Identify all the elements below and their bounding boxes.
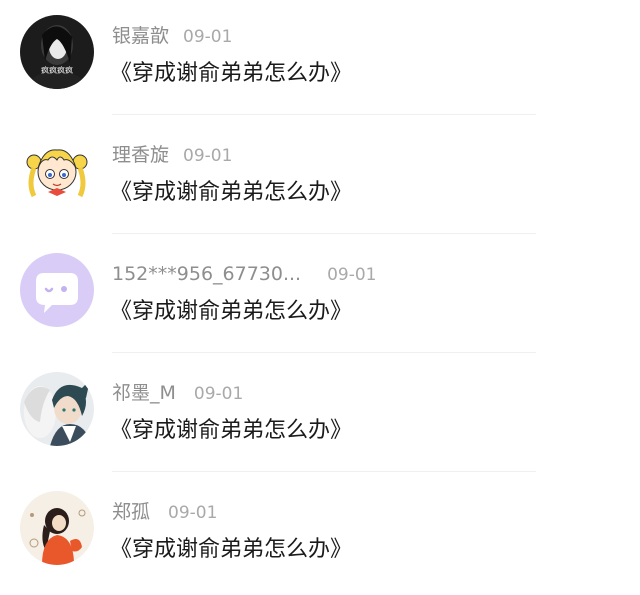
sailor-moon-cartoon-avatar[interactable] — [20, 134, 94, 208]
comment-item[interactable]: 152***956_67730... 09-01 《穿成谢俞弟弟怎么办》 — [0, 238, 640, 357]
divider — [112, 114, 536, 115]
username[interactable]: 祁墨_M — [112, 382, 176, 404]
comment-text: 《穿成谢俞弟弟怎么办》 — [110, 537, 353, 562]
comment-text: 《穿成谢俞弟弟怎么办》 — [110, 180, 353, 205]
comment-text: 《穿成谢俞弟弟怎么办》 — [110, 299, 353, 324]
comment-item[interactable]: 疯疯疯疯 银嘉歆 09-01 《穿成谢俞弟弟怎么办》 — [0, 0, 640, 119]
chat-bubble-default-avatar[interactable] — [20, 253, 94, 327]
comment-text: 《穿成谢俞弟弟怎么办》 — [110, 61, 353, 86]
anime-character-avatar[interactable] — [20, 372, 94, 446]
divider — [112, 471, 536, 472]
comment-date: 09-01 — [168, 503, 218, 523]
username[interactable]: 理香旋 — [112, 144, 169, 166]
comment-date: 09-01 — [183, 146, 233, 166]
username[interactable]: 郑孤 — [112, 501, 150, 523]
divider — [112, 233, 536, 234]
comment-list: 疯疯疯疯 银嘉歆 09-01 《穿成谢俞弟弟怎么办》 理香旋 09-01 《穿成… — [0, 0, 640, 584]
illustrated-girl-avatar[interactable] — [20, 491, 94, 565]
comment-item[interactable]: 祁墨_M 09-01 《穿成谢俞弟弟怎么办》 — [0, 357, 640, 476]
comment-meta: 银嘉歆 09-01 — [112, 23, 232, 49]
divider — [112, 352, 536, 353]
comment-item[interactable]: 郑孤 09-01 《穿成谢俞弟弟怎么办》 — [0, 476, 640, 595]
avatar-caption: 疯疯疯疯 — [41, 65, 73, 75]
comment-meta: 理香旋 09-01 — [112, 142, 232, 168]
comment-text: 《穿成谢俞弟弟怎么办》 — [110, 418, 353, 443]
comment-date: 09-01 — [327, 265, 377, 285]
comment-meta: 152***956_67730... 09-01 — [112, 261, 377, 287]
username[interactable]: 152***956_67730... — [112, 263, 301, 285]
portrait-photo-avatar[interactable]: 疯疯疯疯 — [20, 15, 94, 89]
comment-date: 09-01 — [193, 384, 244, 404]
comment-date: 09-01 — [183, 27, 233, 47]
comment-meta: 郑孤 09-01 — [112, 499, 217, 525]
username[interactable]: 银嘉歆 — [112, 25, 169, 47]
comment-meta: 祁墨_M 09-01 — [112, 380, 243, 406]
comment-item[interactable]: 理香旋 09-01 《穿成谢俞弟弟怎么办》 — [0, 119, 640, 238]
